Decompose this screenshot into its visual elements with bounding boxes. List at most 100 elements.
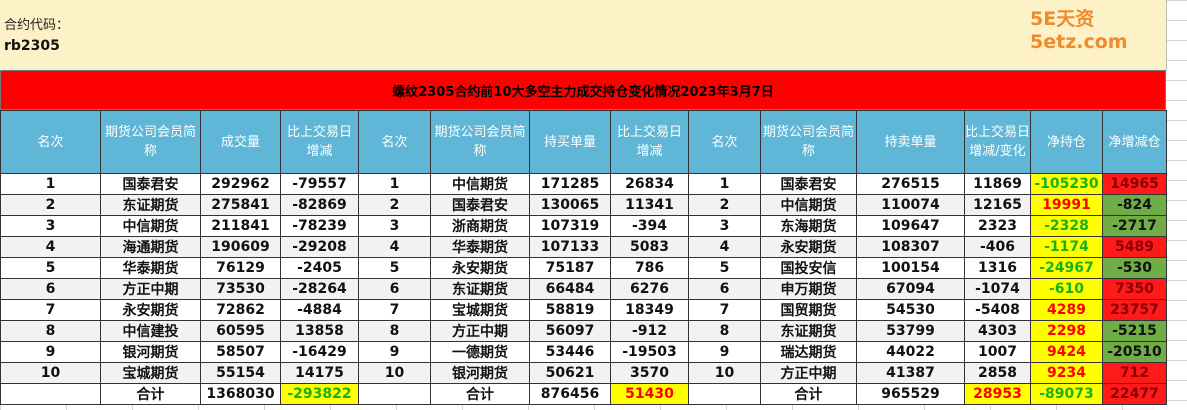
table-cell[interactable]: 712 — [1102, 362, 1167, 384]
table-cell[interactable]: 一德期货 — [430, 341, 530, 363]
table-cell[interactable]: 55154 — [200, 362, 281, 384]
table-cell[interactable]: 5083 — [610, 236, 689, 258]
table-cell[interactable]: 109647 — [856, 215, 965, 237]
table-cell[interactable]: -1174 — [1030, 236, 1103, 258]
table-cell[interactable]: 6 — [688, 278, 761, 300]
table-cell[interactable]: 中信期货 — [760, 194, 857, 216]
table-cell[interactable]: 66484 — [529, 278, 611, 300]
table-cell[interactable]: 永安期货 — [760, 236, 857, 258]
table-cell[interactable]: 50621 — [529, 362, 611, 384]
table-cell[interactable]: 4 — [358, 236, 431, 258]
table-cell[interactable]: -824 — [1102, 194, 1167, 216]
table-cell[interactable]: -105230 — [1030, 173, 1103, 195]
table-cell[interactable]: 67094 — [856, 278, 965, 300]
table-cell[interactable]: 2298 — [1030, 320, 1103, 342]
table-cell[interactable]: 方正中期 — [760, 362, 857, 384]
table-cell[interactable]: 9 — [0, 341, 101, 363]
table-cell[interactable]: 11869 — [964, 173, 1031, 195]
table-cell[interactable]: 国泰君安 — [760, 173, 857, 195]
table-cell[interactable]: -28264 — [280, 278, 359, 300]
header-cell[interactable]: 比上交易日增减/变化 — [964, 110, 1031, 174]
table-cell[interactable]: 41387 — [856, 362, 965, 384]
total-label[interactable]: 合计 — [430, 383, 530, 405]
table-cell[interactable]: 1007 — [964, 341, 1031, 363]
table-cell[interactable]: 53446 — [529, 341, 611, 363]
header-cell[interactable]: 比上交易日增减 — [610, 110, 689, 174]
table-cell[interactable]: 永安期货 — [430, 257, 530, 279]
table-cell[interactable]: 130065 — [529, 194, 611, 216]
table-cell[interactable]: 4 — [688, 236, 761, 258]
table-cell[interactable]: -19503 — [610, 341, 689, 363]
table-cell[interactable]: -82869 — [280, 194, 359, 216]
table-cell[interactable]: 10 — [688, 362, 761, 384]
table-cell[interactable]: 56097 — [529, 320, 611, 342]
total-net[interactable]: -89073 — [1030, 383, 1103, 405]
table-cell[interactable]: 6 — [0, 278, 101, 300]
table-cell[interactable]: -394 — [610, 215, 689, 237]
table-cell[interactable]: 9234 — [1030, 362, 1103, 384]
table-cell[interactable]: -5215 — [1102, 320, 1167, 342]
table-cell[interactable]: -78239 — [280, 215, 359, 237]
table-cell[interactable]: 中信期货 — [430, 173, 530, 195]
table-cell[interactable]: 2 — [358, 194, 431, 216]
total-volume[interactable]: 1368030 — [200, 383, 281, 405]
table-cell[interactable]: 华泰期货 — [100, 257, 201, 279]
table-cell[interactable]: -79557 — [280, 173, 359, 195]
table-cell[interactable]: 宝城期货 — [100, 362, 201, 384]
table-cell[interactable]: 26834 — [610, 173, 689, 195]
table-cell[interactable]: 东海期货 — [760, 215, 857, 237]
table-cell[interactable]: -406 — [964, 236, 1031, 258]
table-cell[interactable]: 13858 — [280, 320, 359, 342]
table-cell[interactable]: 3570 — [610, 362, 689, 384]
header-cell[interactable]: 名次 — [358, 110, 431, 174]
total-sell-change[interactable]: 28953 — [964, 383, 1031, 405]
total-sell[interactable]: 965529 — [856, 383, 965, 405]
table-cell[interactable]: -29208 — [280, 236, 359, 258]
table-cell[interactable]: 19991 — [1030, 194, 1103, 216]
table-cell[interactable]: 58819 — [529, 299, 611, 321]
table-cell[interactable]: 2 — [688, 194, 761, 216]
table-cell[interactable]: 18349 — [610, 299, 689, 321]
header-cell[interactable]: 净持仓 — [1030, 110, 1103, 174]
total-label[interactable]: 合计 — [760, 383, 857, 405]
table-cell[interactable]: 3 — [688, 215, 761, 237]
table-cell[interactable]: -610 — [1030, 278, 1103, 300]
table-cell[interactable]: 国投安信 — [760, 257, 857, 279]
table-cell[interactable]: 国泰君安 — [430, 194, 530, 216]
table-cell[interactable]: 4303 — [964, 320, 1031, 342]
table-cell[interactable]: 1 — [688, 173, 761, 195]
table-cell[interactable]: -4884 — [280, 299, 359, 321]
table-cell[interactable] — [358, 383, 431, 405]
table-cell[interactable]: 10 — [358, 362, 431, 384]
table-cell[interactable]: 60595 — [200, 320, 281, 342]
table-cell[interactable]: 8 — [0, 320, 101, 342]
table-cell[interactable]: 东证期货 — [430, 278, 530, 300]
header-cell[interactable]: 持买单量 — [529, 110, 611, 174]
table-cell[interactable]: 4 — [0, 236, 101, 258]
header-cell[interactable]: 持卖单量 — [856, 110, 965, 174]
table-cell[interactable]: -912 — [610, 320, 689, 342]
table-cell[interactable] — [0, 383, 101, 405]
table-cell[interactable]: 14175 — [280, 362, 359, 384]
table-cell[interactable]: 2 — [0, 194, 101, 216]
table-cell[interactable]: 14965 — [1102, 173, 1167, 195]
table-cell[interactable]: 海通期货 — [100, 236, 201, 258]
table-cell[interactable]: 方正中期 — [430, 320, 530, 342]
table-cell[interactable]: 44022 — [856, 341, 965, 363]
table-cell[interactable]: 171285 — [529, 173, 611, 195]
table-cell[interactable]: 6 — [358, 278, 431, 300]
header-cell[interactable]: 名次 — [688, 110, 761, 174]
table-cell[interactable]: 国贸期货 — [760, 299, 857, 321]
header-cell[interactable]: 净增减仓 — [1102, 110, 1167, 174]
table-cell[interactable]: 东证期货 — [760, 320, 857, 342]
table-cell[interactable]: 华泰期货 — [430, 236, 530, 258]
table-cell[interactable]: 浙商期货 — [430, 215, 530, 237]
table-cell[interactable]: 7 — [0, 299, 101, 321]
table-cell[interactable]: 100154 — [856, 257, 965, 279]
header-cell[interactable]: 期货公司会员简称 — [100, 110, 201, 174]
table-cell[interactable]: 12165 — [964, 194, 1031, 216]
table-cell[interactable]: 292962 — [200, 173, 281, 195]
table-cell[interactable]: 2323 — [964, 215, 1031, 237]
table-cell[interactable]: 10 — [0, 362, 101, 384]
table-cell[interactable]: 8 — [688, 320, 761, 342]
